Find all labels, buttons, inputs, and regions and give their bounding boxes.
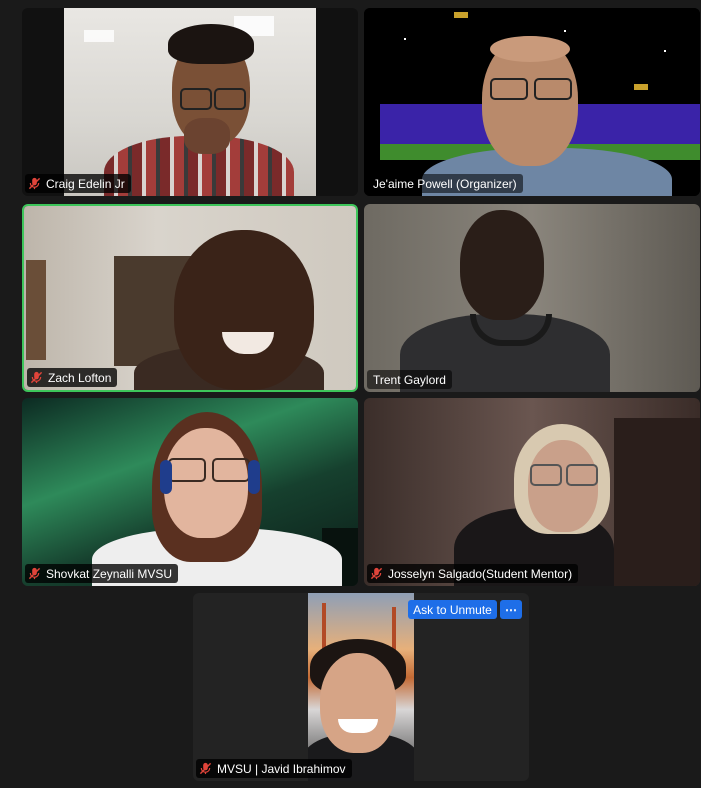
- participant-name: Craig Edelin Jr: [46, 176, 125, 191]
- name-tag: Trent Gaylord: [367, 370, 452, 389]
- video-feed-trent: [364, 204, 700, 392]
- participant-name: Zach Lofton: [48, 370, 112, 385]
- ask-to-unmute-button[interactable]: Ask to Unmute: [408, 600, 497, 619]
- participant-tile-zach[interactable]: Zach Lofton: [22, 204, 358, 392]
- muted-mic-icon: [28, 567, 41, 580]
- participant-tile-javid[interactable]: Ask to Unmute ⋯ MVSU | Javid Ibrahimov: [193, 593, 529, 781]
- participant-name: Trent Gaylord: [373, 372, 446, 387]
- more-icon: ⋯: [505, 602, 517, 617]
- muted-mic-icon: [28, 177, 41, 190]
- participant-name: Shovkat Zeynalli MVSU: [46, 566, 173, 581]
- name-tag: Shovkat Zeynalli MVSU: [25, 564, 179, 583]
- meeting-gallery: { "participants": [ {"name": "Craig Edel…: [0, 0, 701, 788]
- name-tag: Zach Lofton: [27, 368, 118, 387]
- participant-tile-shovkat[interactable]: Shovkat Zeynalli MVSU: [22, 398, 358, 586]
- muted-mic-icon: [199, 762, 212, 775]
- participant-tile-trent[interactable]: Trent Gaylord: [364, 204, 700, 392]
- participant-tile-josselyn[interactable]: Josselyn Salgado(Student Mentor): [364, 398, 700, 586]
- video-feed-craig: [64, 8, 316, 196]
- name-tag: Josselyn Salgado(Student Mentor): [367, 564, 579, 583]
- participant-name: Je'aime Powell (Organizer): [373, 176, 517, 191]
- participant-tile-jeaime[interactable]: Je'aime Powell (Organizer): [364, 8, 700, 196]
- video-feed-javid: [308, 593, 414, 781]
- participant-name: Josselyn Salgado(Student Mentor): [388, 566, 573, 581]
- name-tag: Je'aime Powell (Organizer): [367, 174, 523, 193]
- video-feed-shovkat: [22, 398, 358, 586]
- ask-to-unmute-label: Ask to Unmute: [413, 602, 492, 617]
- more-options-button[interactable]: ⋯: [500, 600, 522, 619]
- video-feed-josselyn: [364, 398, 700, 586]
- participant-name: MVSU | Javid Ibrahimov: [217, 761, 346, 776]
- video-feed-zach: [24, 206, 356, 390]
- muted-mic-icon: [370, 567, 383, 580]
- muted-mic-icon: [30, 371, 43, 384]
- name-tag: Craig Edelin Jr: [25, 174, 131, 193]
- name-tag: MVSU | Javid Ibrahimov: [196, 759, 352, 778]
- video-feed-jeaime: [364, 8, 700, 196]
- participant-tile-craig[interactable]: Craig Edelin Jr: [22, 8, 358, 196]
